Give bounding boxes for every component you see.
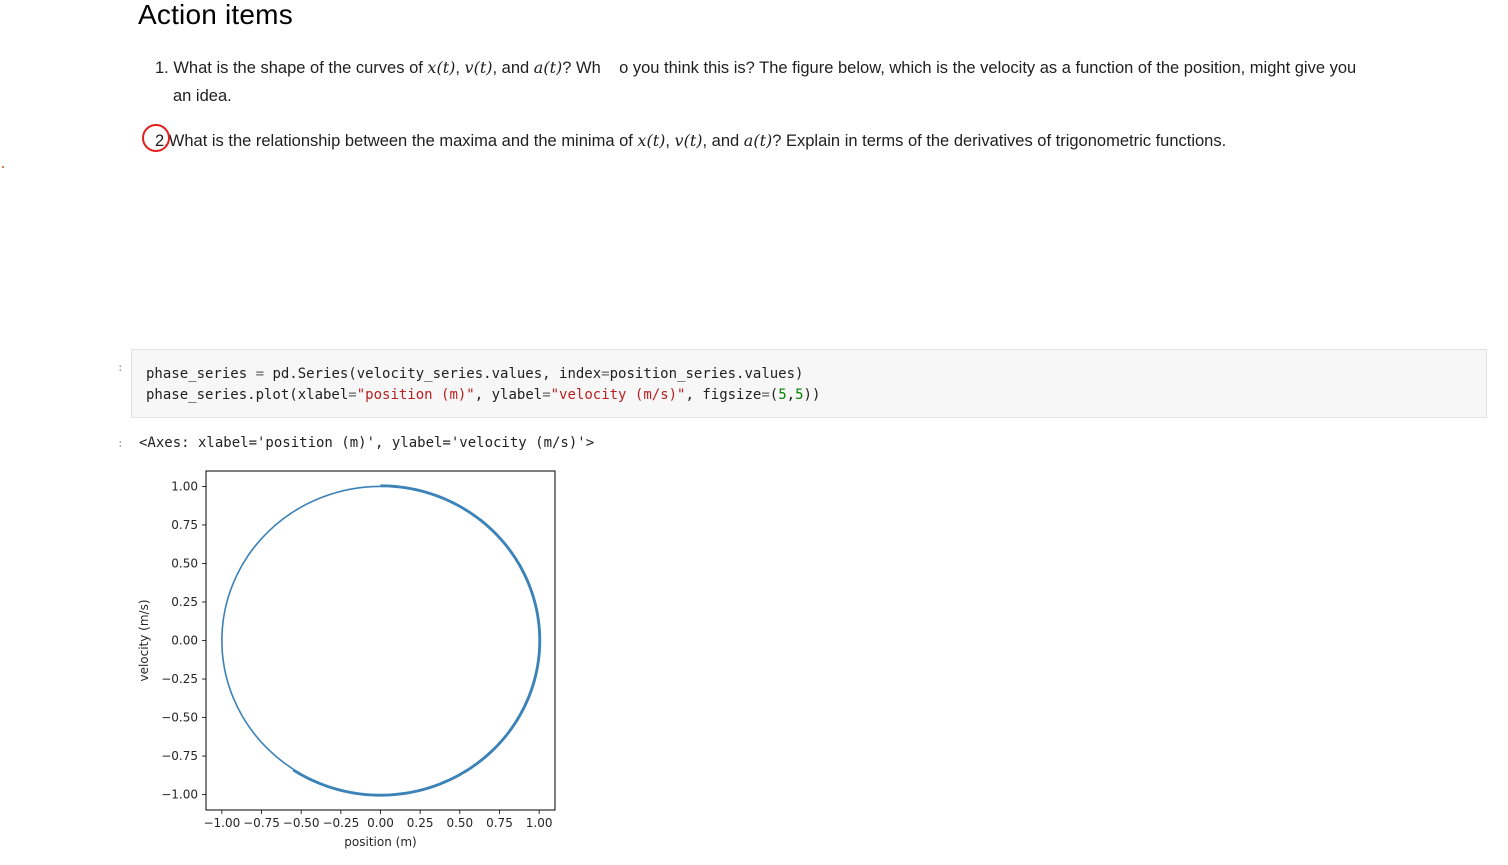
stray-mark	[2, 166, 4, 168]
x-tick-label: −0.25	[322, 816, 359, 830]
code-cell[interactable]: phase_series = pd.Series(velocity_series…	[131, 349, 1487, 418]
y-tick-label: −1.00	[161, 788, 198, 802]
y-tick-label: −0.25	[161, 672, 198, 686]
series-layer	[221, 484, 542, 797]
math-a: a(t)	[743, 131, 773, 150]
x-axis-label: position (m)	[344, 835, 416, 849]
x-axis-ticks: −1.00 −0.75 −0.50 −0.25 0.00 0.25 0.50 0.75 1.00	[203, 810, 552, 830]
y-axis-label: velocity (m/s)	[137, 599, 151, 681]
x-tick-label: −0.50	[283, 816, 320, 830]
item-number: 1.	[155, 59, 169, 77]
math-x: x(t)	[427, 58, 456, 77]
y-tick-label: 0.50	[171, 556, 198, 570]
y-axis-ticks: 1.00 0.75 0.50 0.25 0.00 −0.25 −0.50 −0.75 −1.00	[161, 479, 206, 802]
annotation-circle	[142, 124, 170, 152]
y-tick-label: 0.75	[171, 518, 198, 532]
y-tick-label: 0.25	[171, 595, 198, 609]
x-tick-label: 0.75	[486, 816, 513, 830]
input-prompt: :	[117, 361, 124, 374]
output-text: <Axes: xlabel='position (m)', ylabel='ve…	[139, 435, 595, 451]
code-line-1: phase_series = pd.Series(velocity_series…	[146, 366, 804, 382]
phase-plot: −1.00 −0.75 −0.50 −0.25 0.00 0.25 0.50 0.75 1.00…	[130, 462, 570, 859]
x-tick-label: 0.50	[446, 816, 473, 830]
math-v: v(t)	[674, 131, 703, 150]
section-heading: Action items	[138, 0, 293, 30]
code-line-2: phase_series.plot(xlabel="position (m)",…	[146, 387, 821, 403]
x-tick-label: 0.25	[407, 816, 434, 830]
x-tick-label: 0.00	[367, 816, 394, 830]
y-tick-label: −0.50	[161, 711, 198, 725]
math-a: a(t)	[533, 58, 563, 77]
phase-curve-overlap	[292, 484, 542, 797]
item-text: What is the shape of the curves of	[173, 59, 428, 77]
y-tick-label: 1.00	[171, 479, 198, 493]
phase-curve	[221, 485, 540, 796]
y-tick-label: 0.00	[171, 634, 198, 648]
y-tick-label: −0.75	[161, 749, 198, 763]
x-tick-label: 1.00	[526, 816, 553, 830]
x-tick-label: −1.00	[203, 816, 240, 830]
output-prompt: :	[117, 437, 124, 450]
item-continuation: an idea.	[173, 87, 232, 105]
action-item-1: 1. What is the shape of the curves of x(…	[155, 54, 1455, 110]
action-item-2: 2.What is the relationship between the m…	[155, 131, 1227, 150]
x-tick-label: −0.75	[243, 816, 280, 830]
item-text: What is the relationship between the max…	[168, 132, 638, 150]
math-x: x(t)	[637, 131, 666, 150]
phase-plot-svg: −1.00 −0.75 −0.50 −0.25 0.00 0.25 0.50 0.75 1.00…	[137, 470, 556, 849]
math-v: v(t)	[464, 58, 493, 77]
plot-frame	[205, 470, 556, 811]
